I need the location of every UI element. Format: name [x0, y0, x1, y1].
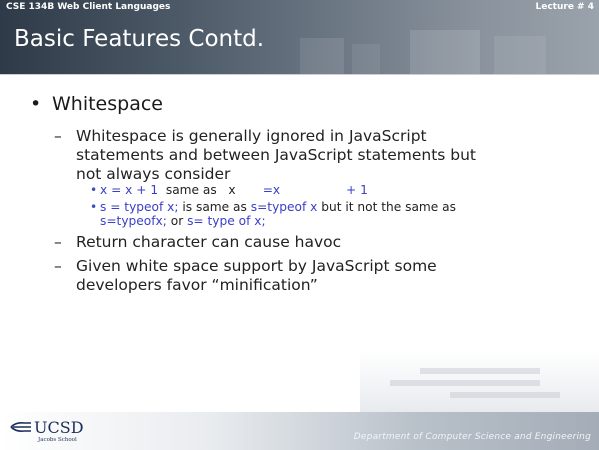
code-snippet: s=typeof x	[250, 200, 318, 214]
example-text: s=typeofx; or s= type of x;	[100, 214, 266, 228]
logo-wordmark: UCSD	[34, 418, 84, 437]
ucsd-arrow-icon	[10, 422, 31, 432]
bullet-glyph: •	[90, 183, 98, 197]
bullet-text: Whitespace	[52, 93, 163, 115]
header-decoration	[352, 44, 380, 74]
slide-header: CSE 134B Web Client Languages Lecture # …	[0, 0, 599, 74]
example-text: x = x + 1 same as x =x + 1	[100, 183, 368, 197]
dash-glyph: –	[54, 127, 62, 145]
lecture-label: Lecture # 4	[535, 2, 595, 12]
dash-glyph: –	[54, 233, 62, 251]
code-snippet: x = x + 1	[100, 183, 159, 197]
example-connector: but it not the same as	[317, 200, 456, 214]
logo-subtitle: Jacobs School	[38, 437, 77, 443]
header-decoration	[494, 36, 546, 74]
sub-bullet-text: Whitespace is generally ignored in JavaS…	[76, 127, 476, 184]
footer-decoration	[360, 350, 599, 412]
code-snippet: s= type of x;	[187, 214, 266, 228]
sub-bullet-text: Given white space support by JavaScript …	[76, 257, 437, 295]
text-line: Whitespace is generally ignored in JavaS…	[76, 127, 427, 145]
bullet-whitespace: • Whitespace	[30, 93, 163, 115]
text-line: not always consider	[76, 165, 231, 183]
text-line: Given white space support by JavaScript …	[76, 257, 437, 275]
slide-title: Basic Features Contd.	[14, 26, 265, 52]
ucsd-logo: UCSD Jacobs School	[10, 416, 100, 446]
code-snippet: s=typeofx;	[100, 214, 167, 228]
example-connector: or	[166, 214, 188, 228]
bullet-glyph: •	[90, 200, 98, 214]
course-label: CSE 134B Web Client Languages	[6, 2, 171, 12]
text-line: developers favor “minification”	[76, 276, 318, 294]
header-divider	[0, 74, 599, 75]
example-connector: same as x	[158, 183, 236, 197]
department-label: Department of Computer Science and Engin…	[353, 432, 591, 442]
code-snippet: =x + 1	[235, 183, 368, 197]
sub-bullet-text: Return character can cause havoc	[76, 233, 341, 252]
header-decoration	[300, 38, 344, 74]
text-line: statements and between JavaScript statem…	[76, 146, 477, 164]
example-text: s = typeof x; is same as s=typeof x but …	[100, 200, 456, 214]
dash-glyph: –	[54, 257, 62, 275]
header-decoration	[410, 30, 480, 74]
code-snippet: s = typeof x;	[100, 200, 179, 214]
bullet-glyph: •	[30, 93, 42, 115]
example-connector: is same as	[178, 200, 251, 214]
text-line: Return character can cause havoc	[76, 233, 342, 251]
